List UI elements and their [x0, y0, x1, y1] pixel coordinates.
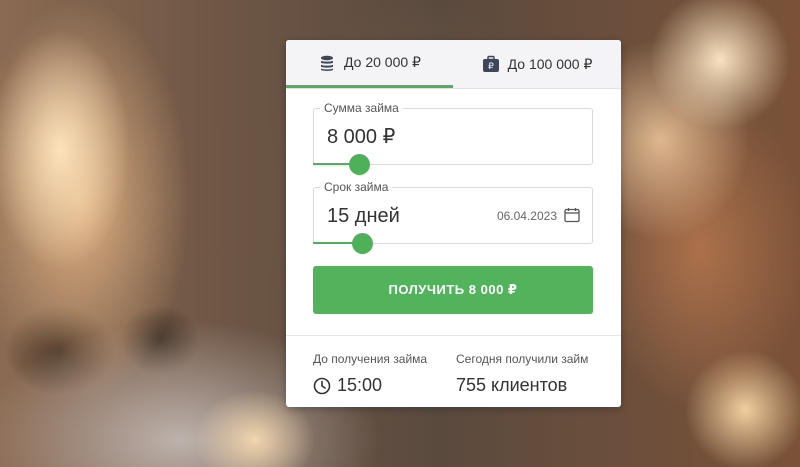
loan-amount-value: 8 000 ₽ — [327, 126, 396, 148]
clients-today-label: Сегодня получили займ — [456, 352, 589, 366]
tab-bar: До 20 000 ₽ ₽ До 100 000 ₽ — [286, 40, 621, 89]
loan-term-field[interactable]: Срок займа 15 дней 06.04.2023 — [313, 180, 593, 254]
tab-up-to-20000[interactable]: До 20 000 ₽ — [286, 40, 453, 88]
tab-label: До 20 000 ₽ — [344, 54, 421, 70]
calendar-icon[interactable] — [564, 207, 580, 223]
coins-stack-icon — [321, 55, 334, 71]
clients-today-value: 755 клиентов — [456, 375, 568, 395]
loan-amount-field[interactable]: Сумма займа 8 000 ₽ — [313, 101, 593, 175]
clients-today-row: 755 клиентов — [456, 375, 588, 396]
svg-text:₽: ₽ — [488, 62, 494, 72]
loan-term-legend: Срок займа — [320, 180, 393, 194]
time-until-loan-label: До получения займа — [313, 352, 428, 366]
loan-amount-slider-thumb[interactable] — [349, 154, 370, 175]
due-date: 06.04.2023 — [496, 209, 557, 223]
loan-calculator-card: До 20 000 ₽ ₽ До 100 000 ₽ Сумма займа 8… — [286, 40, 621, 407]
clients-today: Сегодня получили займ 755 клиентов — [456, 352, 588, 396]
loan-term-slider-thumb[interactable] — [352, 233, 373, 254]
get-loan-button[interactable]: ПОЛУЧИТЬ 8 000 ₽ — [313, 266, 593, 314]
briefcase-ruble-icon: ₽ — [482, 55, 499, 72]
loan-term-value: 15 дней — [327, 205, 400, 227]
tab-up-to-100000[interactable]: ₽ До 100 000 ₽ — [453, 40, 621, 88]
time-until-loan: До получения займа 15:00 — [313, 352, 427, 396]
clock-icon — [313, 377, 331, 394]
divider — [286, 335, 621, 336]
loan-amount-legend: Сумма займа — [320, 101, 403, 115]
time-until-loan-row: 15:00 — [313, 375, 427, 396]
time-until-loan-value: 15:00 — [337, 375, 383, 395]
tab-label: До 100 000 ₽ — [507, 55, 593, 72]
